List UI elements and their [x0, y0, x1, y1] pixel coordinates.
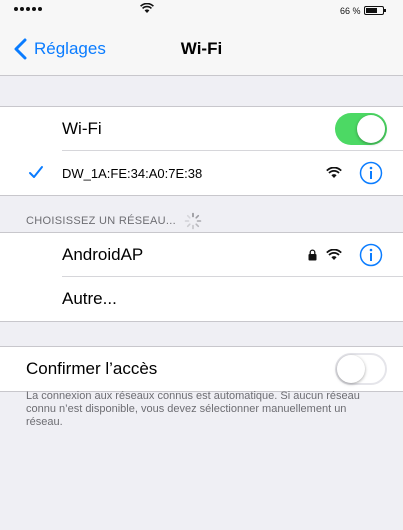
signal-strength-icon — [14, 7, 42, 11]
status-wifi-icon — [140, 2, 154, 17]
status-bar: 66 % — [0, 0, 403, 22]
lock-icon — [308, 249, 317, 261]
section-header-label: CHOISISSEZ UN RÉSEAU... — [26, 215, 176, 227]
page-title: Wi-Fi — [180, 39, 223, 58]
wifi-signal-icon — [326, 249, 342, 260]
wifi-signal-icon — [326, 167, 342, 178]
ask-to-join-switch[interactable] — [335, 353, 387, 385]
network-name: AndroidAP — [62, 245, 144, 264]
wifi-toggle-switch[interactable] — [335, 113, 387, 145]
info-icon[interactable] — [359, 161, 383, 185]
switch-knob — [357, 115, 385, 143]
ask-to-join-label: Confirmer l’accès — [26, 359, 158, 378]
ask-to-join-row: Confirmer l’accès — [0, 347, 403, 391]
wifi-toggle-row: Wi-Fi — [0, 107, 403, 151]
loading-spinner-icon — [184, 212, 202, 230]
connected-network-row[interactable]: DW_1A:FE:34:A0:7E:38 — [0, 151, 403, 195]
ask-to-join-description: La connexion aux réseaux connus est auto… — [26, 390, 360, 428]
choose-network-header: CHOISISSEZ UN RÉSEAU... — [26, 212, 202, 230]
ask-to-join-group: Confirmer l’accès — [0, 346, 403, 392]
other-network-row[interactable]: Autre... — [0, 277, 403, 321]
connected-network-name: DW_1A:FE:34:A0:7E:38 — [62, 165, 203, 181]
battery-percentage: 66 % — [340, 6, 361, 16]
wifi-toggle-label: Wi-Fi — [62, 119, 102, 138]
networks-group: AndroidAP Autre... — [0, 232, 403, 322]
checkmark-icon — [29, 166, 43, 178]
network-row[interactable]: AndroidAP — [0, 233, 403, 277]
switch-knob — [337, 355, 365, 383]
battery-icon — [364, 6, 386, 15]
info-icon[interactable] — [359, 243, 383, 267]
other-network-label: Autre... — [62, 289, 117, 308]
battery-level-fill — [366, 8, 377, 13]
wifi-group: Wi-Fi DW_1A:FE:34:A0:7E:38 — [0, 106, 403, 196]
navigation-bar: Réglages Wi-Fi — [0, 22, 403, 76]
